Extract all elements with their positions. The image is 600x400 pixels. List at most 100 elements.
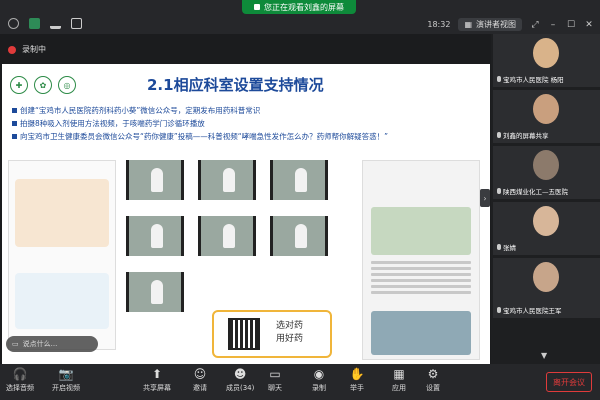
hospital-logo: ✚ [10, 76, 28, 94]
slide-bullet: 创建“宝鸡市人民医院药剂科药小葵”微信公众号，定期发布用药科普常识 [12, 104, 482, 117]
share-screen-icon: ⬆ [151, 367, 163, 381]
slide-logos: ✚ ✿ ◎ [10, 76, 76, 94]
chat-button[interactable]: ▭ 聊天 [268, 367, 282, 393]
article-text-block [371, 261, 471, 307]
participant-avatar [533, 206, 559, 236]
association-logo: ◎ [58, 76, 76, 94]
recording-indicator[interactable]: 录制中 [8, 44, 46, 55]
participant-tile[interactable]: 陕西煤业化工—五医院 [493, 146, 600, 199]
scroll-down-icon[interactable]: ▼ [541, 351, 551, 361]
minimize-icon[interactable]: – [548, 20, 558, 30]
settings-label: 设置 [426, 384, 440, 392]
participant-tile[interactable]: 宝鸡市人民医院王军 [493, 258, 600, 318]
camera-off-icon: 📷 [58, 367, 74, 381]
info-icon[interactable] [8, 18, 19, 29]
share-banner[interactable]: 您正在观看刘鑫的屏幕 [242, 0, 356, 14]
collapse-panel-button[interactable]: › [480, 189, 490, 207]
presentation-slide: ✚ ✿ ◎ 2.1相应科室设置支持情况 创建“宝鸡市人民医院药剂科药小葵”微信公… [2, 64, 490, 364]
mic-icon [497, 307, 501, 313]
record-label: 录制 [312, 384, 326, 392]
comment-placeholder: 说点什么... [22, 340, 58, 348]
fullscreen-icon[interactable]: ⤢ [530, 20, 540, 30]
video-thumbnail [270, 160, 328, 200]
participant-label: 宝鸡市人民医院王军 [497, 305, 562, 315]
cartoon-illustration [15, 179, 109, 247]
raise-hand-label: 举手 [350, 384, 364, 392]
slide-bullet: 向宝鸡市卫生健康委员会微信公众号“药你健康”投稿——科普视频“哮喘急性发作怎么办… [12, 130, 482, 143]
view-switch-button[interactable]: ▦ 演讲者视图 [458, 18, 522, 31]
audio-button[interactable]: 🎧 选择音频 [6, 367, 34, 393]
article-image [371, 207, 471, 255]
top-left-icons [8, 18, 82, 29]
invite-label: 邀请 [193, 384, 207, 392]
record-icon [8, 45, 16, 54]
close-icon[interactable]: ✕ [584, 20, 594, 30]
shield-icon[interactable] [29, 18, 40, 29]
record-button[interactable]: ◉ 录制 [312, 367, 326, 393]
slide-bullets: 创建“宝鸡市人民医院药剂科药小葵”微信公众号，定期发布用药科普常识 拍摄8种吸入… [12, 104, 482, 143]
participant-avatar [533, 150, 559, 180]
chat-bubble-icon: ▭ [12, 340, 19, 348]
view-label: 演讲者视图 [476, 20, 516, 29]
settings-button[interactable]: ⚙ 设置 [426, 367, 440, 393]
apps-button[interactable]: ▦ 应用 [392, 367, 406, 393]
grid-icon: ▦ [464, 20, 472, 29]
wechat-article-screenshot [8, 160, 116, 350]
signal-icon[interactable] [50, 18, 61, 29]
pharmacy-logo: ✿ [34, 76, 52, 94]
participant-tile[interactable]: 刘鑫的屏幕共享 [493, 90, 600, 143]
participant-tile[interactable]: 张婧 [493, 202, 600, 255]
top-bar: 您正在观看刘鑫的屏幕 18:32 ▦ 演讲者视图 ⤢ – ☐ ✕ [0, 0, 600, 34]
qr-caption-line2: 用好药 [276, 334, 304, 344]
qr-caption: 选对药 用好药 [276, 320, 303, 346]
video-thumbnail [198, 160, 256, 200]
top-right-controls: 18:32 ▦ 演讲者视图 ⤢ – ☐ ✕ [427, 18, 594, 31]
gear-icon: ⚙ [427, 367, 439, 381]
video-thumbnail [198, 216, 256, 256]
comment-input[interactable]: ▭ 说点什么... [6, 336, 98, 352]
participant-label: 宝鸡市人民医院 杨阳 [497, 74, 564, 84]
participant-label: 陕西煤业化工—五医院 [497, 186, 568, 196]
share-label: 共享屏幕 [143, 384, 171, 392]
article-video-frame [371, 311, 471, 355]
qr-code-image [228, 318, 260, 350]
participant-avatar [533, 262, 559, 292]
video-thumbnail [270, 216, 328, 256]
members-icon: ☻ [233, 367, 247, 381]
members-label: 成员(34) [226, 384, 255, 392]
qr-code-card: 选对药 用好药 [212, 310, 332, 358]
participant-label: 张婧 [497, 242, 516, 252]
share-screen-button[interactable]: ⬆ 共享屏幕 [143, 367, 171, 393]
audio-label: 选择音频 [6, 384, 34, 392]
participant-tile[interactable]: 宝鸡市人民医院 杨阳 [493, 34, 600, 87]
leave-meeting-button[interactable]: 离开会议 [546, 372, 592, 392]
mic-icon [497, 244, 501, 250]
chat-icon: ▭ [269, 367, 281, 381]
video-label: 开启视频 [52, 384, 80, 392]
slide-title: 2.1相应科室设置支持情况 [147, 76, 324, 94]
members-button[interactable]: ☻ 成员(34) [226, 367, 254, 393]
chat-label: 聊天 [268, 384, 282, 392]
bottom-toolbar: 🎧 选择音频 📷 开启视频 ⬆ 共享屏幕 ☺ 邀请 ☻ 成员(34) ▭ 聊天 … [0, 364, 600, 400]
screen-share-icon [254, 4, 260, 10]
video-button[interactable]: 📷 开启视频 [52, 367, 80, 393]
shared-screen-area: 录制中 ✚ ✿ ◎ 2.1相应科室设置支持情况 创建“宝鸡市人民医院药剂科药小葵… [0, 34, 491, 364]
participants-panel: 宝鸡市人民医院 杨阳 刘鑫的屏幕共享 陕西煤业化工—五医院 张婧 宝鸡市人民医院… [493, 34, 600, 364]
qr-caption-line1: 选对药 [276, 321, 304, 331]
raise-hand-button[interactable]: ✋ 举手 [349, 367, 365, 393]
participant-label: 刘鑫的屏幕共享 [497, 130, 549, 140]
invite-icon: ☺ [193, 367, 207, 381]
invite-button[interactable]: ☺ 邀请 [193, 367, 207, 393]
network-icon[interactable] [71, 18, 82, 29]
record-icon: ◉ [313, 367, 325, 381]
apps-label: 应用 [392, 384, 406, 392]
recording-label: 录制中 [22, 45, 46, 54]
maximize-icon[interactable]: ☐ [566, 20, 576, 30]
article-screenshot-right [362, 160, 480, 360]
hand-icon: ✋ [349, 367, 365, 381]
mic-icon [497, 188, 501, 194]
share-banner-text: 您正在观看刘鑫的屏幕 [264, 2, 344, 12]
slide-bullet: 拍摄8种吸入剂使用方法视频，于咳喘药学门诊循环播放 [12, 117, 482, 130]
apps-icon: ▦ [393, 367, 405, 381]
participant-avatar [533, 94, 559, 124]
